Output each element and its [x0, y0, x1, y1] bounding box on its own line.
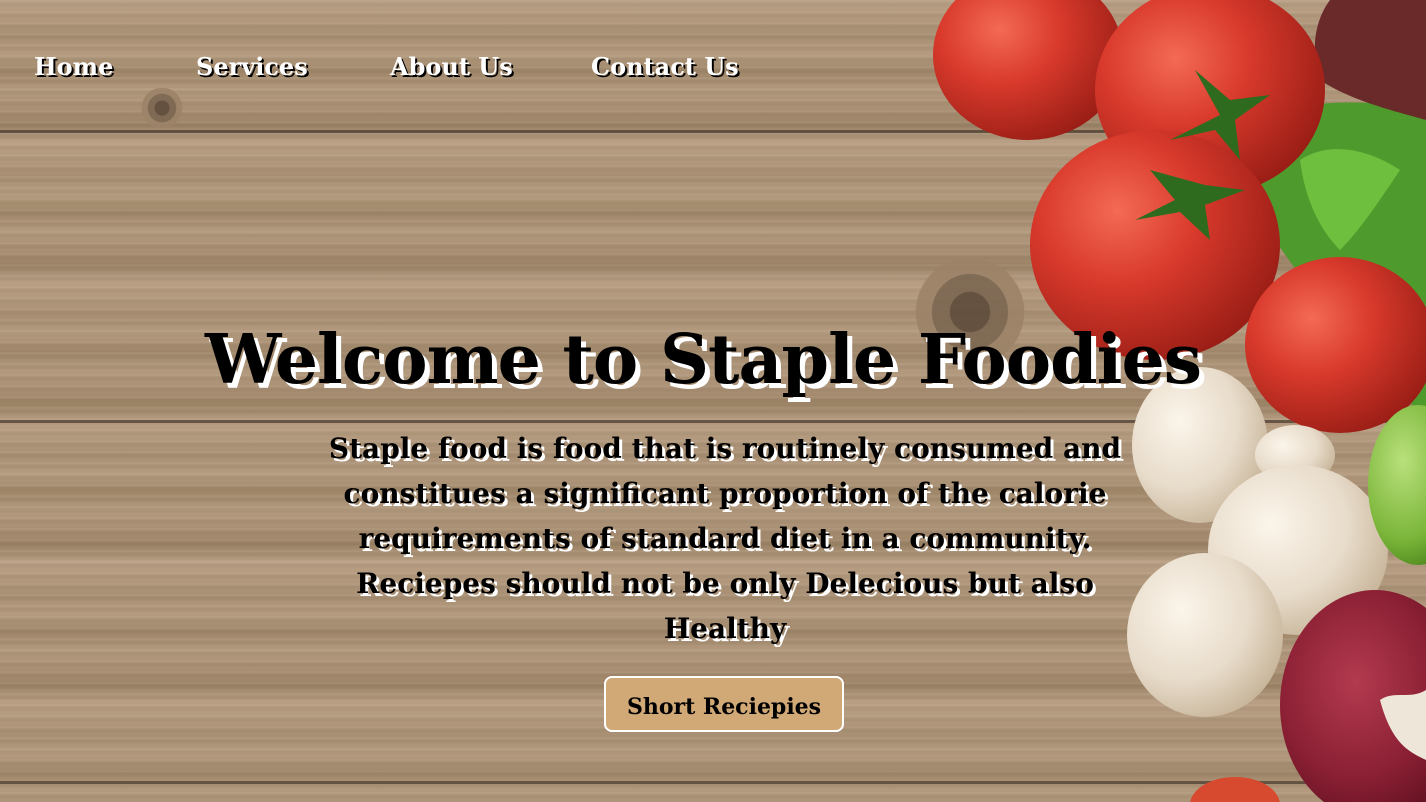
- nav-link-home[interactable]: Home: [34, 52, 196, 81]
- nav-link-services[interactable]: Services: [196, 52, 390, 81]
- hero-description: Staple food is food that is routinely co…: [328, 432, 1122, 645]
- short-reciepies-button[interactable]: Short Reciepies: [604, 676, 844, 732]
- main-nav: Home Services About Us Contact Us: [34, 52, 771, 81]
- nav-link-about-us[interactable]: About Us: [390, 52, 591, 81]
- wood-knot-icon: [135, 88, 189, 128]
- hero-title: Welcome to Staple Foodies: [204, 320, 1202, 400]
- plank-divider: [0, 781, 1426, 784]
- plank-divider: [0, 130, 1426, 133]
- nav-link-contact-us[interactable]: Contact Us: [591, 52, 771, 81]
- hero-section: Welcome to Staple Foodies Staple food is…: [0, 320, 1426, 732]
